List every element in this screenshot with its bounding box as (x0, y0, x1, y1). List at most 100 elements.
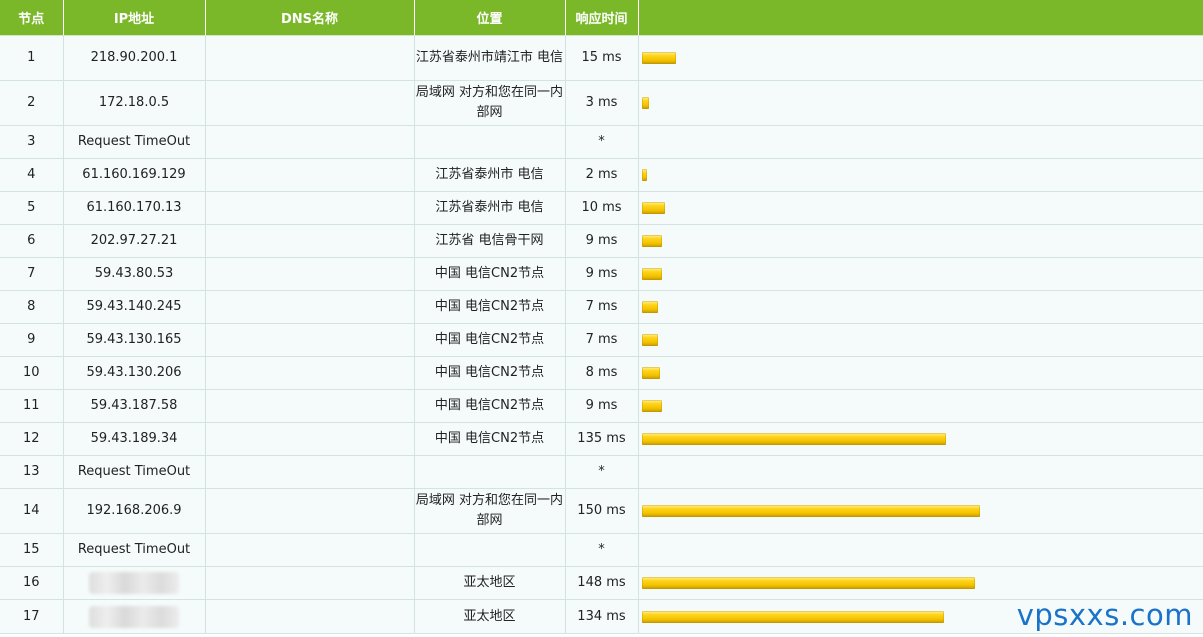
location-text: 中国 电信CN2节点 (434, 431, 545, 446)
cell-dns (205, 158, 415, 192)
masked-ip-blur (89, 572, 179, 594)
cell-dns (205, 455, 415, 489)
table-row: 15 Request TimeOut * (0, 533, 1203, 567)
location-text: 中国 电信CN2节点 (434, 266, 545, 281)
table-row: 11 59.43.187.58 中国 电信CN2节点 9 ms (0, 389, 1203, 423)
cell-ip: Request TimeOut (63, 125, 206, 159)
cell-latency-bar (638, 455, 1203, 489)
cell-location: 中国 电信CN2节点 (414, 389, 566, 423)
cell-location (414, 533, 566, 567)
table-row: 10 59.43.130.206 中国 电信CN2节点 8 ms (0, 356, 1203, 390)
table-row: 14 192.168.206.9 局域网 对方和您在同一内部网 150 ms (0, 488, 1203, 534)
cell-node: 5 (0, 191, 64, 225)
latency-bar (641, 235, 662, 247)
header-bar (638, 0, 1203, 36)
cell-response-time: 148 ms (565, 566, 639, 600)
latency-bar (641, 334, 658, 346)
cell-node: 1 (0, 35, 64, 81)
cell-ip: 202.97.27.21 (63, 224, 206, 258)
location-text: 江苏省 电信骨干网 (435, 233, 544, 248)
cell-ip: 59.43.140.245 (63, 290, 206, 324)
cell-node: 13 (0, 455, 64, 489)
cell-location: 局域网 对方和您在同一内部网 (414, 488, 566, 534)
cell-node: 11 (0, 389, 64, 423)
cell-response-time: 9 ms (565, 224, 639, 258)
table-row: 5 61.160.170.13 江苏省泰州市 电信 10 ms (0, 191, 1203, 225)
cell-node: 2 (0, 80, 64, 126)
cell-response-time: 134 ms (565, 599, 639, 634)
location-text: 亚太地区 (463, 608, 516, 624)
cell-ip: 61.160.169.129 (63, 158, 206, 192)
cell-ip: 59.43.189.34 (63, 422, 206, 456)
cell-location: 亚太地区 (414, 566, 566, 600)
cell-node: 15 (0, 533, 64, 567)
cell-latency-bar (638, 533, 1203, 567)
location-text: 江苏省泰州市靖江市 电信 (415, 50, 564, 65)
location-text: 局域网 对方和您在同一内部网 (415, 493, 564, 528)
cell-response-time: 7 ms (565, 290, 639, 324)
cell-dns (205, 389, 415, 423)
cell-node: 17 (0, 599, 64, 634)
cell-dns (205, 323, 415, 357)
cell-ip: Request TimeOut (63, 455, 206, 489)
cell-response-time: * (565, 125, 639, 159)
cell-response-time: 10 ms (565, 191, 639, 225)
cell-latency-bar (638, 389, 1203, 423)
table-row: 2 172.18.0.5 局域网 对方和您在同一内部网 3 ms (0, 80, 1203, 126)
cell-dns (205, 35, 415, 81)
cell-ip: 59.43.80.53 (63, 257, 206, 291)
cell-response-time: 3 ms (565, 80, 639, 126)
cell-response-time: 9 ms (565, 257, 639, 291)
table-row: 16 亚太地区 148 ms (0, 566, 1203, 600)
cell-dns (205, 356, 415, 390)
cell-location: 江苏省 电信骨干网 (414, 224, 566, 258)
header-ip: IP地址 (63, 0, 206, 36)
cell-latency-bar (638, 422, 1203, 456)
cell-node: 9 (0, 323, 64, 357)
table-body: 1 218.90.200.1 江苏省泰州市靖江市 电信 15 ms 2 172.18.0.… (0, 35, 1203, 634)
cell-response-time: * (565, 533, 639, 567)
cell-latency-bar (638, 323, 1203, 357)
table-row: 6 202.97.27.21 江苏省 电信骨干网 9 ms (0, 224, 1203, 258)
cell-location: 中国 电信CN2节点 (414, 323, 566, 357)
table-row: 3 Request TimeOut * (0, 125, 1203, 159)
cell-ip (63, 599, 206, 634)
cell-response-time: 135 ms (565, 422, 639, 456)
cell-node: 4 (0, 158, 64, 192)
cell-ip: Request TimeOut (63, 533, 206, 567)
location-text: 中国 电信CN2节点 (434, 332, 545, 347)
cell-ip: 61.160.170.13 (63, 191, 206, 225)
cell-dns (205, 125, 415, 159)
latency-bar (641, 367, 660, 379)
cell-location: 江苏省泰州市靖江市 电信 (414, 35, 566, 81)
cell-location: 中国 电信CN2节点 (414, 290, 566, 324)
header-node: 节点 (0, 0, 64, 36)
cell-node: 14 (0, 488, 64, 534)
cell-latency-bar (638, 224, 1203, 258)
table-header: 节点 IP地址 DNS名称 位置 响应时间 (0, 0, 1203, 36)
cell-ip (63, 566, 206, 600)
header-location: 位置 (414, 0, 566, 36)
cell-response-time: * (565, 455, 639, 489)
table-row: 12 59.43.189.34 中国 电信CN2节点 135 ms (0, 422, 1203, 456)
location-text: 江苏省泰州市 电信 (435, 167, 544, 182)
latency-bar (641, 97, 649, 109)
cell-location: 江苏省泰州市 电信 (414, 158, 566, 192)
cell-ip: 192.168.206.9 (63, 488, 206, 534)
location-text: 中国 电信CN2节点 (434, 398, 545, 413)
latency-bar (641, 400, 662, 412)
watermark: vpsxxs.com (1016, 598, 1193, 632)
location-text: 局域网 对方和您在同一内部网 (415, 85, 564, 120)
latency-bar (641, 505, 980, 517)
cell-location: 中国 电信CN2节点 (414, 257, 566, 291)
latency-bar (641, 268, 662, 280)
cell-response-time: 8 ms (565, 356, 639, 390)
header-dns: DNS名称 (205, 0, 415, 36)
cell-latency-bar (638, 290, 1203, 324)
cell-latency-bar (638, 191, 1203, 225)
table-row: 8 59.43.140.245 中国 电信CN2节点 7 ms (0, 290, 1203, 324)
latency-bar (641, 202, 665, 214)
cell-response-time: 150 ms (565, 488, 639, 534)
cell-response-time: 15 ms (565, 35, 639, 81)
cell-node: 10 (0, 356, 64, 390)
